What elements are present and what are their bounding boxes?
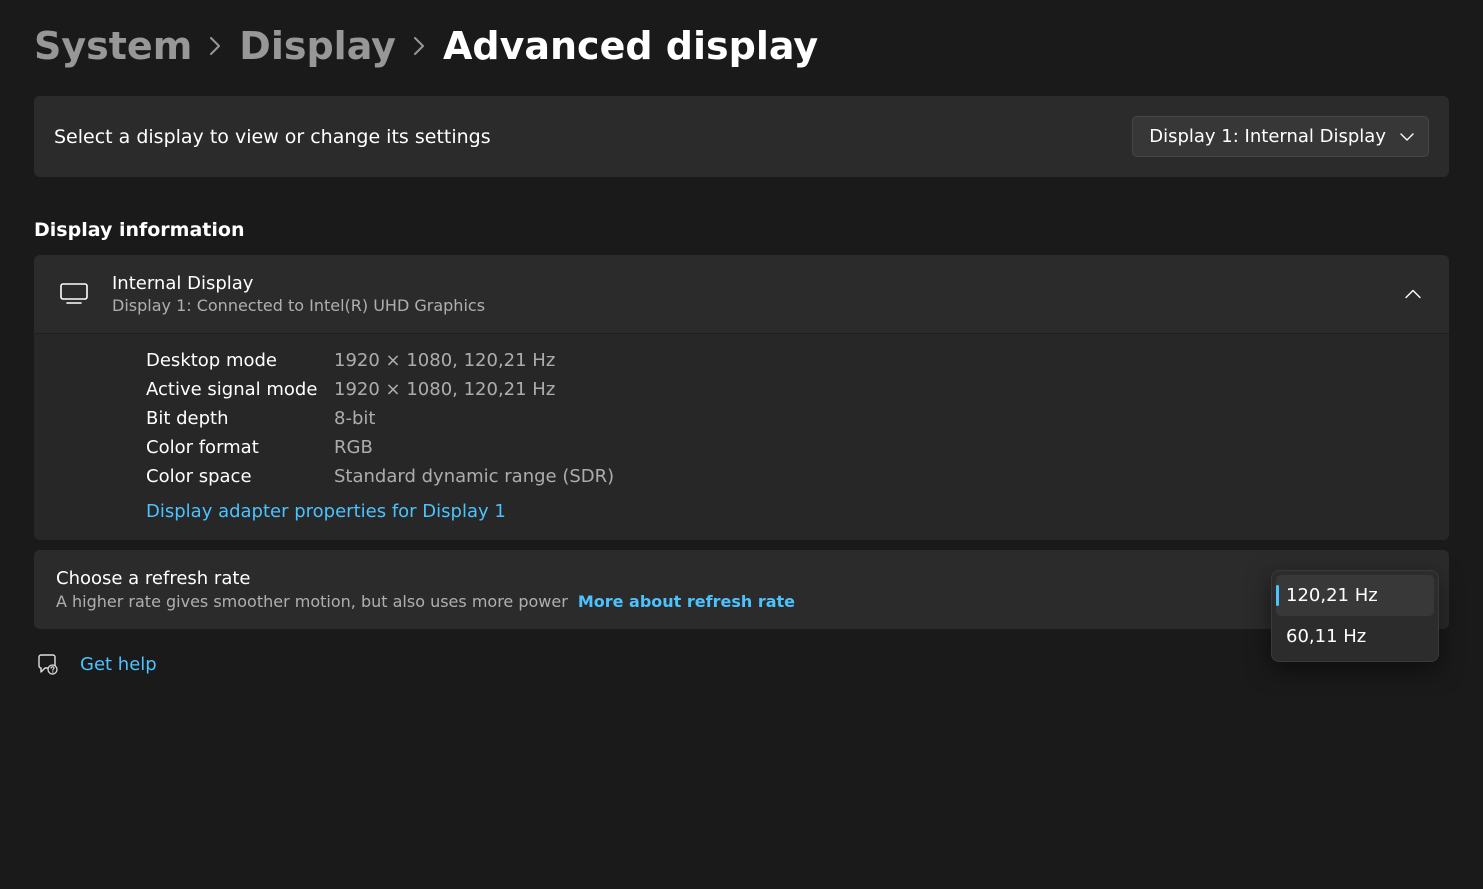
display-select-dropdown[interactable]: Display 1: Internal Display xyxy=(1132,116,1429,157)
help-row: Get help xyxy=(34,653,1449,675)
refresh-rate-card: Choose a refresh rate A higher rate give… xyxy=(34,550,1449,629)
refresh-title: Choose a refresh rate xyxy=(56,568,795,589)
info-label: Desktop mode xyxy=(146,350,334,371)
get-help-link[interactable]: Get help xyxy=(80,654,157,675)
display-info-card: Internal Display Display 1: Connected to… xyxy=(34,255,1449,540)
info-value: 1920 × 1080, 120,21 Hz xyxy=(334,379,555,400)
info-row-active-signal: Active signal mode 1920 × 1080, 120,21 H… xyxy=(146,379,1423,400)
section-heading-display-info: Display information xyxy=(34,219,1449,241)
info-label: Color format xyxy=(146,437,334,458)
chevron-right-icon xyxy=(210,33,221,60)
info-label: Active signal mode xyxy=(146,379,334,400)
display-info-subtitle: Display 1: Connected to Intel(R) UHD Gra… xyxy=(112,296,485,315)
info-label: Color space xyxy=(146,466,334,487)
chevron-right-icon xyxy=(414,33,425,60)
refresh-rate-flyout[interactable]: 120,21 Hz 60,11 Hz xyxy=(1271,570,1439,662)
display-info-title: Internal Display xyxy=(112,273,485,294)
flyout-item-label: 120,21 Hz xyxy=(1286,585,1378,606)
display-info-body: Desktop mode 1920 × 1080, 120,21 Hz Acti… xyxy=(34,334,1449,540)
info-row-color-space: Color space Standard dynamic range (SDR) xyxy=(146,466,1423,487)
select-display-card: Select a display to view or change its s… xyxy=(34,96,1449,177)
monitor-icon xyxy=(60,280,88,308)
display-info-header[interactable]: Internal Display Display 1: Connected to… xyxy=(34,255,1449,334)
info-value: RGB xyxy=(334,437,373,458)
info-value: 8-bit xyxy=(334,408,375,429)
flyout-item-label: 60,11 Hz xyxy=(1286,626,1366,647)
display-adapter-properties-link[interactable]: Display adapter properties for Display 1 xyxy=(146,501,506,522)
refresh-option-60[interactable]: 60,11 Hz xyxy=(1276,616,1434,657)
info-value: Standard dynamic range (SDR) xyxy=(334,466,614,487)
breadcrumb-system[interactable]: System xyxy=(34,24,192,68)
info-row-bit-depth: Bit depth 8-bit xyxy=(146,408,1423,429)
info-row-color-format: Color format RGB xyxy=(146,437,1423,458)
breadcrumb-current: Advanced display xyxy=(443,24,818,68)
more-about-refresh-link[interactable]: More about refresh rate xyxy=(578,592,795,611)
breadcrumb: System Display Advanced display xyxy=(34,24,1449,68)
info-row-desktop-mode: Desktop mode 1920 × 1080, 120,21 Hz xyxy=(146,350,1423,371)
display-select-value: Display 1: Internal Display xyxy=(1149,126,1386,147)
select-display-label: Select a display to view or change its s… xyxy=(54,126,491,148)
help-icon xyxy=(36,653,58,675)
breadcrumb-display[interactable]: Display xyxy=(239,24,396,68)
refresh-option-120[interactable]: 120,21 Hz xyxy=(1276,575,1434,616)
chevron-up-icon[interactable] xyxy=(1405,285,1421,304)
refresh-desc: A higher rate gives smoother motion, but… xyxy=(56,592,568,611)
chevron-down-icon xyxy=(1400,132,1414,142)
info-label: Bit depth xyxy=(146,408,334,429)
info-value: 1920 × 1080, 120,21 Hz xyxy=(334,350,555,371)
